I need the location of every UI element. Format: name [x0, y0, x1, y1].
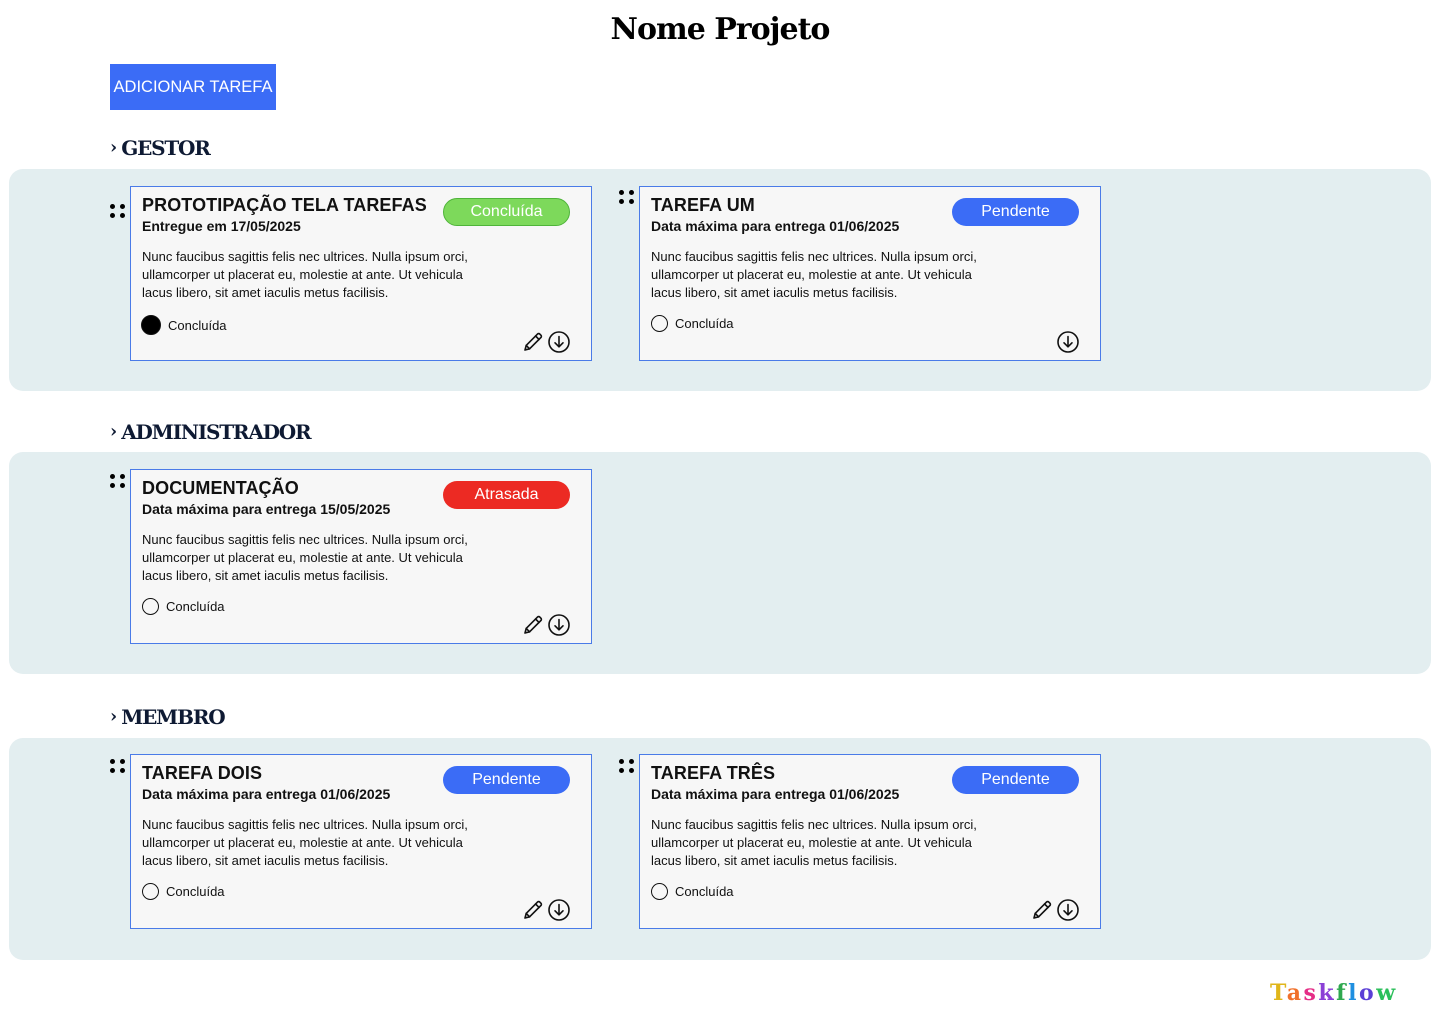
drag-handle-icon[interactable] — [110, 759, 126, 775]
radio-unchecked-icon[interactable] — [142, 598, 159, 615]
status-badge: Atrasada — [443, 481, 570, 509]
done-toggle[interactable]: Concluída — [142, 598, 225, 615]
card-actions — [521, 898, 571, 922]
section-heading-gestor[interactable]: › GESTOR — [110, 136, 211, 160]
edit-pencil-icon[interactable] — [521, 330, 545, 354]
task-title: TAREFA TRÊS — [651, 763, 776, 783]
section-heading-label: GESTOR — [121, 136, 211, 160]
card-actions — [1030, 898, 1080, 922]
task-description: Nunc faucibus sagittis felis nec ultrice… — [142, 532, 468, 583]
download-icon[interactable] — [547, 898, 571, 922]
task-title: TAREFA UM — [651, 195, 755, 215]
download-icon[interactable] — [1056, 330, 1080, 354]
radio-unchecked-icon[interactable] — [142, 883, 159, 900]
page-title: Nome Projeto — [610, 12, 831, 47]
done-label: Concluída — [166, 599, 225, 614]
task-card: DOCUMENTAÇÃO Data máxima para entrega 15/… — [130, 469, 592, 644]
download-icon[interactable] — [547, 613, 571, 637]
task-card: PROTOTIPAÇÃO TELA TAREFAS Entregue em 17/… — [130, 186, 592, 361]
section-heading-membro[interactable]: › MEMBRO — [110, 705, 226, 729]
done-toggle[interactable]: Concluída — [651, 883, 734, 900]
section-heading-administrador[interactable]: › ADMINISTRADOR — [110, 420, 312, 444]
task-card: TAREFA TRÊS Data máxima para entrega 01/0… — [639, 754, 1101, 929]
task-card: TAREFA DOIS Data máxima para entrega 01/0… — [130, 754, 592, 929]
download-icon[interactable] — [1056, 898, 1080, 922]
radio-checked-icon[interactable] — [141, 315, 161, 335]
status-badge: Pendente — [443, 766, 570, 794]
drag-handle-icon[interactable] — [619, 190, 635, 206]
chevron-right-icon: › — [110, 421, 118, 442]
task-description: Nunc faucibus sagittis felis nec ultrice… — [142, 249, 468, 300]
radio-unchecked-icon[interactable] — [651, 315, 668, 332]
task-description: Nunc faucibus sagittis felis nec ultrice… — [651, 817, 977, 868]
status-badge: Pendente — [952, 766, 1079, 794]
edit-pencil-icon[interactable] — [1030, 898, 1054, 922]
done-toggle[interactable]: Concluída — [142, 883, 225, 900]
task-description: Nunc faucibus sagittis felis nec ultrice… — [142, 817, 468, 868]
chevron-right-icon: › — [110, 137, 118, 158]
done-label: Concluída — [168, 317, 227, 333]
chevron-right-icon: › — [110, 706, 118, 727]
task-date: Data máxima para entrega 01/06/2025 — [142, 786, 391, 802]
drag-handle-icon[interactable] — [110, 204, 126, 220]
task-title: DOCUMENTAÇÃO — [142, 478, 299, 498]
radio-unchecked-icon[interactable] — [651, 883, 668, 900]
task-date: Entregue em 17/05/2025 — [142, 218, 301, 234]
drag-handle-icon[interactable] — [619, 759, 635, 775]
brand-logo: Taskflow — [1270, 980, 1398, 1006]
status-badge: Concluída — [443, 198, 570, 226]
done-toggle[interactable]: Concluída — [141, 315, 227, 335]
task-date: Data máxima para entrega 01/06/2025 — [651, 218, 900, 234]
section-heading-label: MEMBRO — [121, 705, 225, 729]
done-toggle[interactable]: Concluída — [651, 315, 734, 332]
task-date: Data máxima para entrega 15/05/2025 — [142, 501, 391, 517]
section-heading-label: ADMINISTRADOR — [121, 420, 311, 444]
card-actions — [521, 613, 571, 637]
done-label: Concluída — [675, 884, 734, 899]
task-card: TAREFA UM Data máxima para entrega 01/06/… — [639, 186, 1101, 361]
edit-pencil-icon[interactable] — [521, 613, 545, 637]
status-badge: Pendente — [952, 198, 1079, 226]
drag-handle-icon[interactable] — [110, 474, 126, 490]
card-actions — [1056, 330, 1080, 354]
task-title: PROTOTIPAÇÃO TELA TAREFAS — [142, 195, 427, 215]
task-title: TAREFA DOIS — [142, 763, 263, 783]
download-icon[interactable] — [547, 330, 571, 354]
done-label: Concluída — [675, 316, 734, 331]
task-description: Nunc faucibus sagittis felis nec ultrice… — [651, 249, 977, 300]
card-actions — [521, 330, 571, 354]
done-label: Concluída — [166, 884, 225, 899]
add-task-button[interactable]: ADICIONAR TAREFA — [110, 64, 276, 110]
edit-pencil-icon[interactable] — [521, 898, 545, 922]
task-date: Data máxima para entrega 01/06/2025 — [651, 786, 900, 802]
